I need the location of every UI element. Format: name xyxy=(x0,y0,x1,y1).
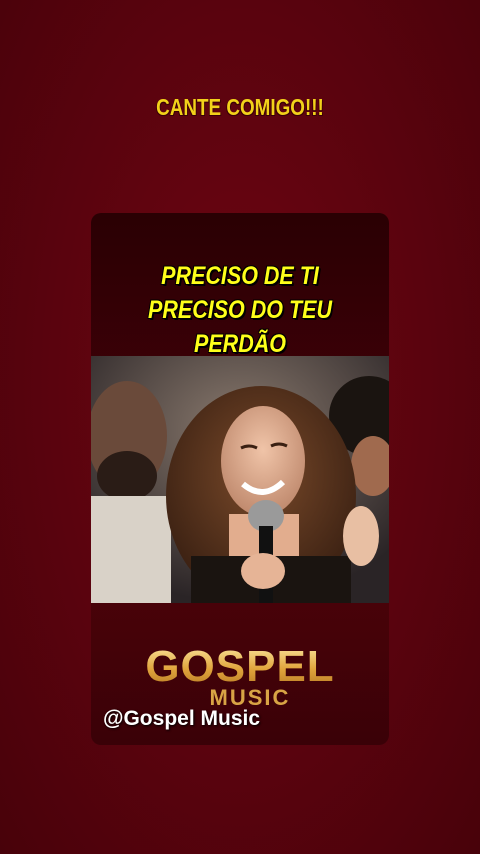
video-card[interactable]: PRECISO DE TI PRECISO DO TEU PERDÃO GOSP… xyxy=(91,213,389,745)
gospel-music-logo: GOSPEL MUSIC xyxy=(91,645,389,711)
lyrics-overlay: PRECISO DE TI PRECISO DO TEU PERDÃO xyxy=(112,259,368,361)
lyrics-line-1: PRECISO DE TI xyxy=(161,262,319,290)
channel-handle[interactable]: @Gospel Music xyxy=(103,707,260,731)
video-frame[interactable] xyxy=(91,356,389,603)
top-caption: CANTE COMIGO!!! xyxy=(156,94,324,120)
logo-gospel-text: GOSPEL xyxy=(91,645,389,689)
lyrics-line-2: PRECISO DO TEU PERDÃO xyxy=(148,296,332,358)
singer-scene-image xyxy=(91,356,389,603)
